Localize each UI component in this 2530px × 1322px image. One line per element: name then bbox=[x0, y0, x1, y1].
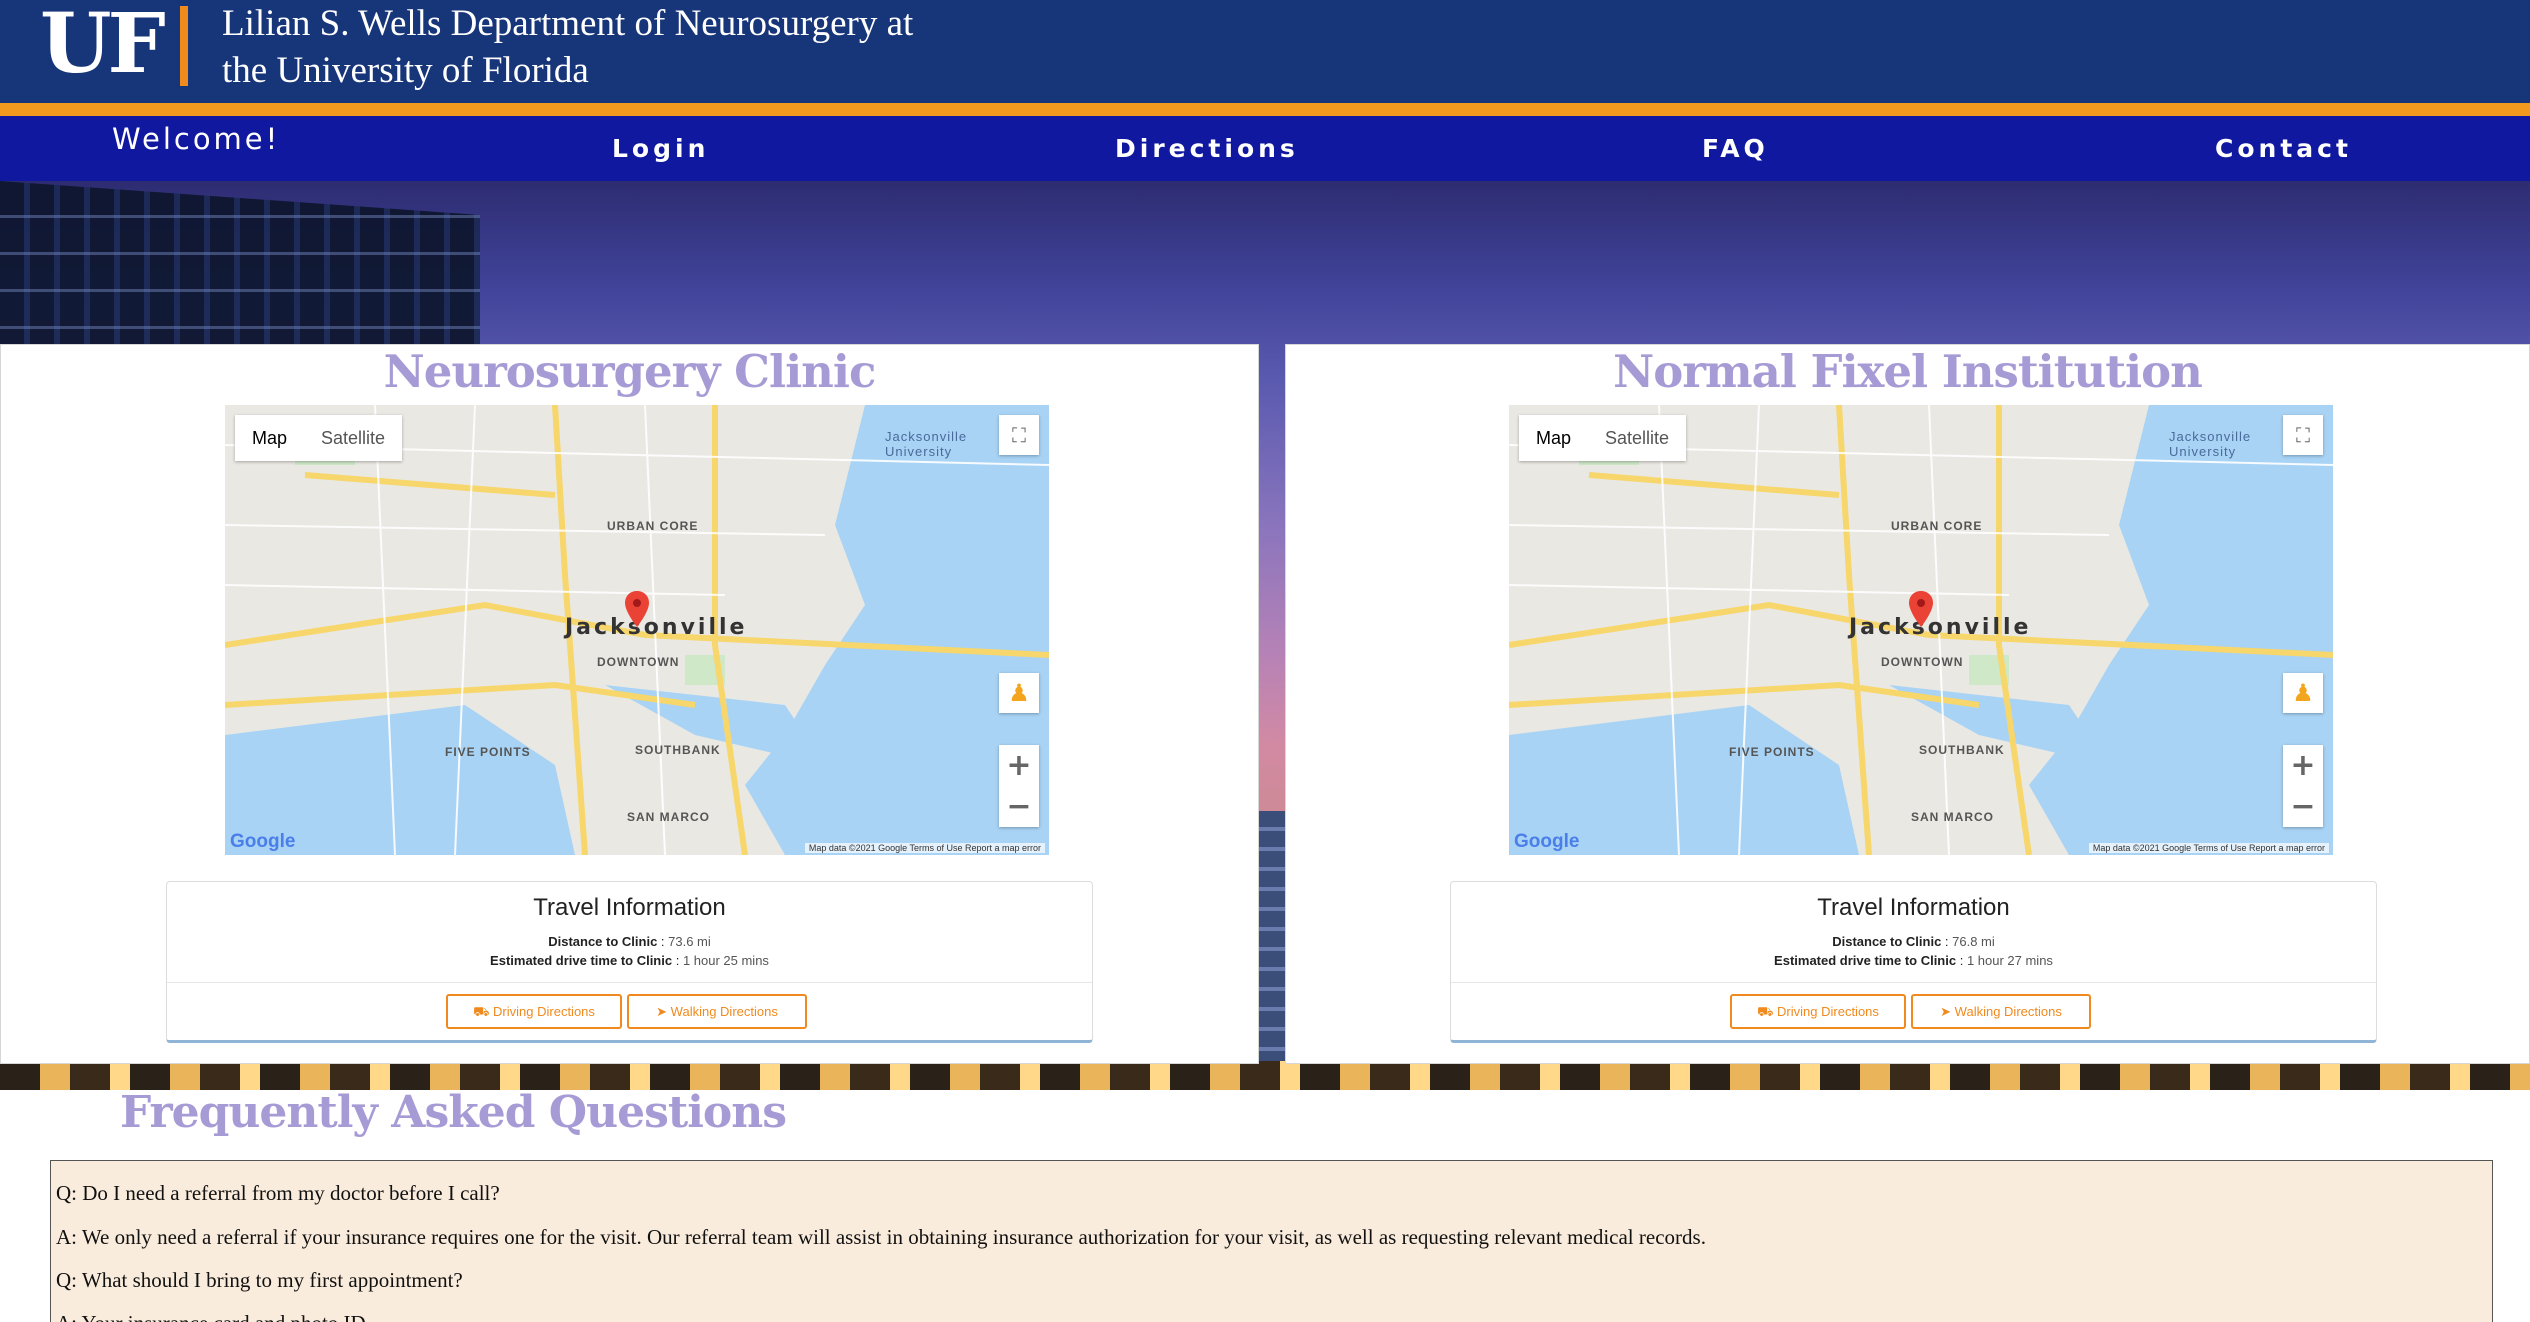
map-city-label: Jacksonville bbox=[565, 615, 748, 640]
map-type-satellite-button[interactable]: Satellite bbox=[304, 415, 402, 461]
faq-title: Frequently Asked Questions bbox=[120, 1087, 787, 1138]
pegman-icon[interactable]: ♟ bbox=[999, 673, 1039, 713]
fullscreen-icon[interactable]: ⛶ bbox=[999, 415, 1039, 455]
map-label-university: Jacksonville University bbox=[2169, 429, 2252, 459]
fullscreen-icon[interactable]: ⛶ bbox=[2283, 415, 2323, 455]
clinic-title: Normal Fixel Institution bbox=[1613, 345, 2203, 398]
map-label-urban-core: URBAN CORE bbox=[1891, 519, 1983, 533]
clinic-card-neurosurgery: Neurosurgery Clinic URBAN CORE DOWNTOWN … bbox=[0, 344, 1259, 1064]
map-marker-icon[interactable] bbox=[1909, 591, 1933, 627]
clinic-map[interactable]: URBAN CORE DOWNTOWN FIVE POINTS SOUTHBAN… bbox=[225, 405, 1049, 855]
map-credits[interactable]: Map data ©2021 Google Terms of Use Repor… bbox=[804, 843, 1045, 853]
map-type-satellite-button[interactable]: Satellite bbox=[1588, 415, 1686, 461]
map-label-five-points: FIVE POINTS bbox=[445, 745, 531, 759]
travel-info-panel: Travel Information Distance to Clinic : … bbox=[166, 881, 1093, 1043]
driving-directions-button[interactable]: ⛟ Driving Directions bbox=[446, 994, 622, 1029]
google-logo[interactable]: Google bbox=[230, 831, 295, 853]
map-label-san-marco: SAN MARCO bbox=[1911, 810, 1994, 824]
zoom-out-icon[interactable]: − bbox=[999, 786, 1039, 827]
distance-line: Distance to Clinic : 76.8 mi bbox=[1832, 934, 1995, 949]
welcome-text: Welcome! bbox=[112, 122, 281, 156]
distance-value: 76.8 mi bbox=[1952, 934, 1995, 949]
walking-directions-button[interactable]: ➤ Walking Directions bbox=[1911, 994, 2091, 1029]
driving-directions-label: Driving Directions bbox=[1777, 1004, 1879, 1019]
faq-answer: A: We only need a referral if your insur… bbox=[56, 1225, 1706, 1249]
map-label-downtown: DOWNTOWN bbox=[597, 655, 680, 669]
clinic-title: Neurosurgery Clinic bbox=[383, 345, 877, 398]
map-label-san-marco: SAN MARCO bbox=[627, 810, 710, 824]
walking-directions-button[interactable]: ➤ Walking Directions bbox=[627, 994, 807, 1029]
nav-faq[interactable]: FAQ bbox=[1702, 134, 1769, 163]
uf-logo[interactable]: UF bbox=[40, 2, 166, 86]
pegman-icon[interactable]: ♟ bbox=[2283, 673, 2323, 713]
zoom-out-icon[interactable]: − bbox=[2283, 786, 2323, 827]
map-credits[interactable]: Map data ©2021 Google Terms of Use Repor… bbox=[2088, 843, 2329, 853]
map-label-downtown: DOWNTOWN bbox=[1881, 655, 1964, 669]
map-type-toggle: Map Satellite bbox=[235, 415, 403, 461]
walking-directions-label: Walking Directions bbox=[670, 1004, 778, 1019]
drive-time-value: 1 hour 25 mins bbox=[682, 953, 769, 968]
map-type-map-button[interactable]: Map bbox=[235, 415, 304, 461]
drive-time-line: Estimated drive time to Clinic : 1 hour … bbox=[1774, 953, 2053, 968]
map-label-university: Jacksonville University bbox=[885, 429, 968, 459]
walking-directions-label: Walking Directions bbox=[1954, 1004, 2062, 1019]
map-type-map-button[interactable]: Map bbox=[1519, 415, 1588, 461]
travel-divider bbox=[1451, 982, 2376, 983]
department-title: Lilian S. Wells Department of Neurosurge… bbox=[222, 0, 1082, 94]
faq-answer: A: Your insurance card and photo ID. bbox=[56, 1311, 371, 1322]
car-icon: ⛟ bbox=[473, 1004, 490, 1019]
header-accent-stripe bbox=[0, 103, 2530, 116]
faq-panel: Q: Do I need a referral from my doctor b… bbox=[50, 1160, 2493, 1322]
map-type-toggle: Map Satellite bbox=[1519, 415, 1687, 461]
map-label-southbank: SOUTHBANK bbox=[635, 743, 721, 757]
map-label-five-points: FIVE POINTS bbox=[1729, 745, 1815, 759]
map-zoom-control: + − bbox=[2283, 745, 2323, 827]
department-title-line2: the University of Florida bbox=[222, 50, 589, 91]
nav-directions[interactable]: Directions bbox=[1115, 134, 1299, 163]
travel-info-panel: Travel Information Distance to Clinic : … bbox=[1450, 881, 2377, 1043]
map-zoom-control: + − bbox=[999, 745, 1039, 827]
department-title-line1: Lilian S. Wells Department of Neurosurge… bbox=[222, 3, 914, 44]
faq-question: Q: What should I bring to my first appoi… bbox=[56, 1268, 463, 1292]
zoom-in-icon[interactable]: + bbox=[999, 745, 1039, 786]
city-lights bbox=[0, 1061, 2530, 1090]
drive-time-line: Estimated drive time to Clinic : 1 hour … bbox=[490, 953, 769, 968]
drive-time-label: Estimated drive time to Clinic bbox=[490, 953, 673, 968]
clinic-map[interactable]: URBAN CORE DOWNTOWN FIVE POINTS SOUTHBAN… bbox=[1509, 405, 2333, 855]
travel-info-title: Travel Information bbox=[533, 894, 726, 921]
driving-directions-label: Driving Directions bbox=[493, 1004, 595, 1019]
drive-time-value: 1 hour 27 mins bbox=[1966, 953, 2053, 968]
site-header: UF Lilian S. Wells Department of Neurosu… bbox=[0, 0, 2530, 103]
map-label-southbank: SOUTHBANK bbox=[1919, 743, 2005, 757]
zoom-in-icon[interactable]: + bbox=[2283, 745, 2323, 786]
location-arrow-icon: ➤ bbox=[656, 1004, 668, 1019]
map-marker-icon[interactable] bbox=[625, 591, 649, 627]
distance-label: Distance to Clinic bbox=[548, 934, 658, 949]
car-icon: ⛟ bbox=[1757, 1004, 1774, 1019]
building-windows bbox=[0, 181, 480, 351]
nav-login[interactable]: Login bbox=[612, 134, 709, 163]
drive-time-label: Estimated drive time to Clinic bbox=[1774, 953, 1957, 968]
building-glass bbox=[1258, 811, 1286, 1071]
map-label-urban-core: URBAN CORE bbox=[607, 519, 699, 533]
distance-value: 73.6 mi bbox=[668, 934, 711, 949]
clinic-card-fixel: Normal Fixel Institution URBAN CORE DOWN… bbox=[1285, 344, 2530, 1064]
map-city-label: Jacksonville bbox=[1849, 615, 2032, 640]
google-logo[interactable]: Google bbox=[1514, 831, 1579, 853]
faq-question: Q: Do I need a referral from my doctor b… bbox=[56, 1181, 500, 1205]
distance-label: Distance to Clinic bbox=[1832, 934, 1942, 949]
travel-divider bbox=[167, 982, 1092, 983]
nav-contact[interactable]: Contact bbox=[2215, 134, 2352, 163]
driving-directions-button[interactable]: ⛟ Driving Directions bbox=[1730, 994, 1906, 1029]
distance-line: Distance to Clinic : 73.6 mi bbox=[548, 934, 711, 949]
location-arrow-icon: ➤ bbox=[1940, 1004, 1952, 1019]
logo-divider bbox=[180, 6, 188, 86]
travel-info-title: Travel Information bbox=[1817, 894, 2010, 921]
